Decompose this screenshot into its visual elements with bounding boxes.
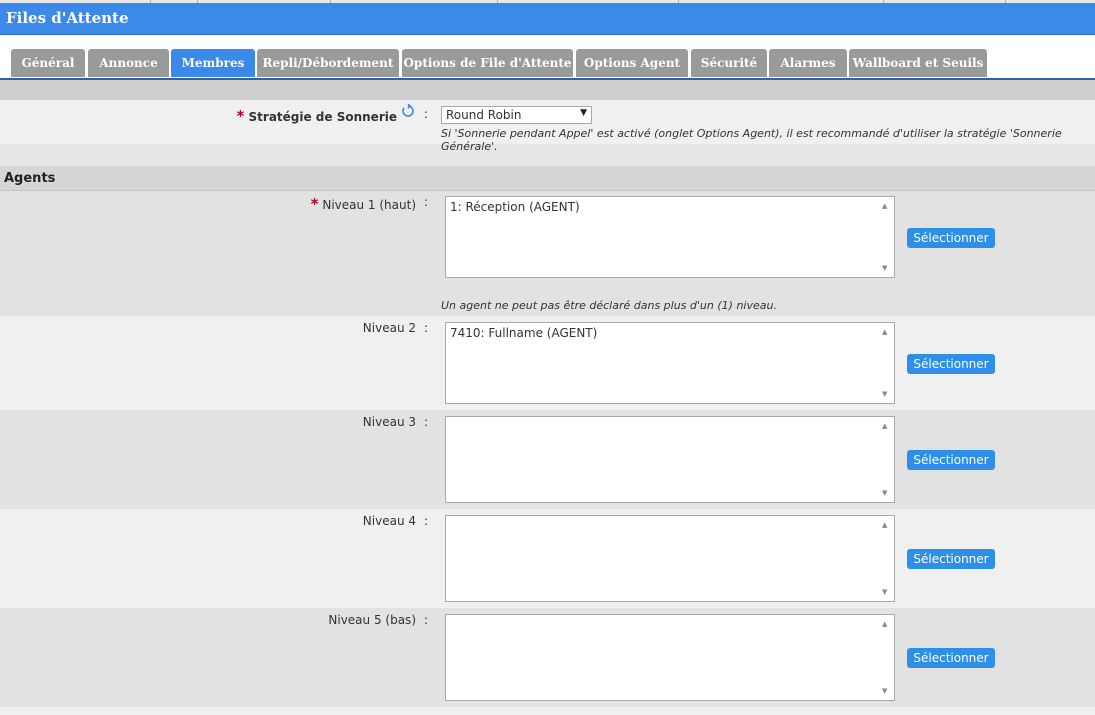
level-hint: Un agent ne peut pas être déclaré dans p… — [441, 299, 777, 312]
scroll-up-icon[interactable]: ▲ — [882, 521, 887, 529]
agents-header — [0, 166, 1095, 191]
colon: : — [424, 195, 429, 209]
footer-row — [0, 707, 1095, 715]
tab-wallboard-seuils[interactable]: Wallboard et Seuils — [849, 49, 987, 77]
scrollbar[interactable]: ▲ ▼ — [878, 197, 894, 277]
level-label: Niveau 5 (bas) — [328, 613, 416, 627]
scrollbar[interactable]: ▲ ▼ — [878, 615, 894, 700]
strategy-label: * Stratégie de Sonnerie — [200, 107, 397, 125]
scrollbar[interactable]: ▲ ▼ — [878, 417, 894, 502]
refresh-icon[interactable] — [401, 103, 415, 118]
select-button-level-2[interactable]: Sélectionner — [907, 354, 995, 374]
tab-label: Alarmes — [780, 56, 836, 70]
tab-options-agent[interactable]: Options Agent — [576, 49, 688, 77]
strategy-label-text: Stratégie de Sonnerie — [248, 110, 397, 124]
page-title: Files d'Attente — [6, 9, 129, 27]
tab-bar: Général Annonce Membres Repli/Débordemen… — [0, 35, 1095, 80]
colon: : — [424, 415, 429, 429]
scroll-up-icon[interactable]: ▲ — [882, 202, 887, 210]
tab-repli-debordement[interactable]: Repli/Débordement — [257, 49, 399, 77]
strategy-hint: Si 'Sonnerie pendant Appel' est activé (… — [441, 127, 1062, 153]
select-button-level-4[interactable]: Sélectionner — [907, 549, 995, 569]
strategy-select-value: Round Robin — [446, 108, 522, 122]
tab-options-file[interactable]: Options de File d'Attente — [402, 49, 573, 77]
level-3-listbox[interactable]: ▲ ▼ — [445, 416, 895, 503]
scroll-down-icon[interactable]: ▼ — [882, 687, 887, 695]
title-bar: Files d'Attente — [0, 3, 1095, 35]
scrollbar[interactable]: ▲ ▼ — [878, 516, 894, 601]
chevron-down-icon: ▼ — [580, 108, 587, 118]
level-label-text: Niveau 1 (haut) — [322, 198, 416, 212]
level-label: Niveau 3 — [362, 415, 416, 429]
colon: : — [424, 321, 429, 335]
scroll-up-icon[interactable]: ▲ — [882, 328, 887, 336]
tab-label: Wallboard et Seuils — [852, 56, 984, 70]
level-label: Niveau 2 — [362, 321, 416, 335]
level-label: * Niveau 1 (haut) — [200, 195, 416, 213]
refresh-icon-glyph — [402, 103, 414, 117]
scrollbar[interactable]: ▲ ▼ — [878, 323, 894, 403]
tab-label: Options Agent — [583, 56, 681, 70]
colon: : — [424, 514, 429, 528]
colon: : — [424, 107, 429, 121]
tab-general[interactable]: Général — [11, 49, 85, 77]
colon: : — [424, 613, 429, 627]
level-5-listbox[interactable]: ▲ ▼ — [445, 614, 895, 701]
tab-label: Membres — [181, 56, 245, 70]
scroll-up-icon[interactable]: ▲ — [882, 620, 887, 628]
required-marker: * — [236, 107, 245, 125]
tab-label: Repli/Débordement — [262, 56, 394, 70]
select-button-level-3[interactable]: Sélectionner — [907, 450, 995, 470]
scroll-down-icon[interactable]: ▼ — [882, 264, 887, 272]
section-divider — [0, 80, 1095, 100]
tab-label: Annonce — [99, 56, 158, 70]
tab-alarmes[interactable]: Alarmes — [769, 49, 847, 77]
tab-membres[interactable]: Membres — [171, 49, 255, 77]
level-1-listbox[interactable]: 1: Réception (AGENT) ▲ ▼ — [445, 196, 895, 278]
level-label: Niveau 4 — [362, 514, 416, 528]
select-button-level-5[interactable]: Sélectionner — [907, 648, 995, 668]
scroll-up-icon[interactable]: ▲ — [882, 422, 887, 430]
scroll-down-icon[interactable]: ▼ — [882, 390, 887, 398]
level-4-listbox[interactable]: ▲ ▼ — [445, 515, 895, 602]
agents-section-title: Agents — [4, 171, 56, 186]
tab-label: Options de File d'Attente — [403, 56, 572, 70]
list-item[interactable]: 1: Réception (AGENT) — [450, 200, 580, 214]
level-2-listbox[interactable]: 7410: Fullname (AGENT) ▲ ▼ — [445, 322, 895, 404]
required-marker: * — [310, 195, 319, 213]
tab-label: Sécurité — [700, 56, 758, 70]
list-item[interactable]: 7410: Fullname (AGENT) — [450, 326, 597, 340]
tab-annonce[interactable]: Annonce — [88, 49, 169, 77]
scroll-down-icon[interactable]: ▼ — [882, 489, 887, 497]
strategy-select[interactable]: Round Robin ▼ — [441, 106, 592, 124]
scroll-down-icon[interactable]: ▼ — [882, 588, 887, 596]
tab-label: Général — [21, 56, 75, 70]
tab-securite[interactable]: Sécurité — [691, 49, 767, 77]
select-button-level-1[interactable]: Sélectionner — [907, 228, 995, 248]
